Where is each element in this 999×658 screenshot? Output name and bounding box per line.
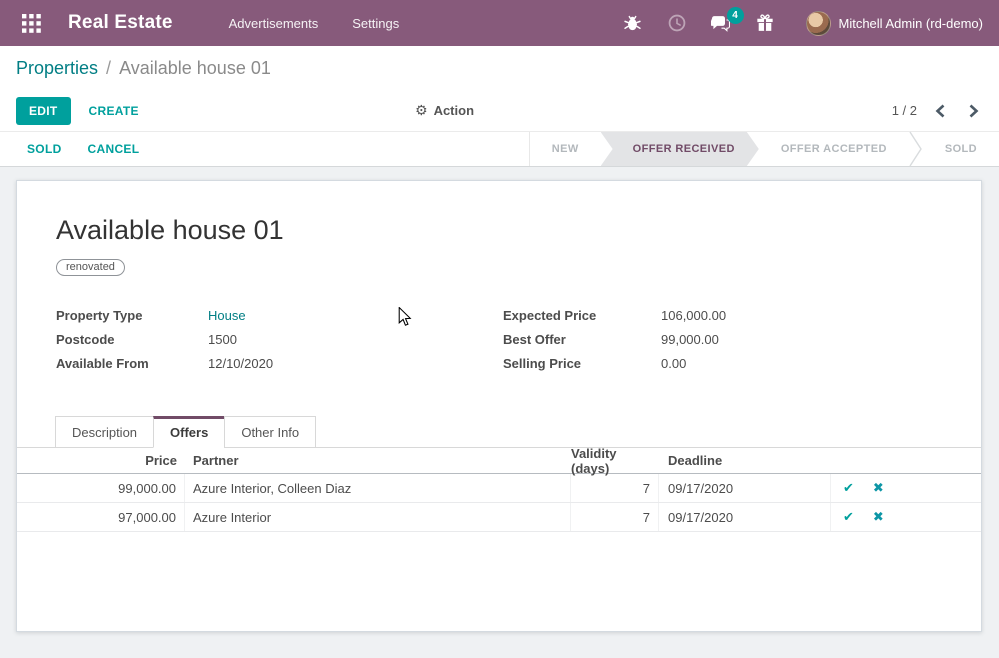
clock-icon	[668, 14, 686, 32]
best-offer-value: 99,000.00	[661, 332, 719, 347]
breadcrumb-separator: /	[106, 58, 111, 79]
chevron-right-icon	[968, 104, 979, 118]
stage-offer-received[interactable]: OFFER RECEIVED	[601, 132, 759, 166]
stage-sold[interactable]: SOLD	[923, 132, 999, 166]
statusbar-buttons: SOLD CANCEL	[27, 132, 139, 166]
property-title: Available house 01	[56, 214, 942, 246]
user-name: Mitchell Admin (rd-demo)	[839, 16, 984, 31]
postcode-value: 1500	[208, 332, 237, 347]
stage-pipeline: NEW OFFER RECEIVED OFFER ACCEPTED SOLD	[529, 132, 999, 166]
messages-button[interactable]: 4	[704, 6, 738, 40]
breadcrumb-current: Available house 01	[119, 58, 271, 79]
header-partner[interactable]: Partner	[185, 448, 571, 473]
expected-price-value: 106,000.00	[661, 308, 726, 323]
offer-validity: 7	[571, 474, 659, 502]
available-from-value: 12/10/2020	[208, 356, 273, 371]
offer-actions: ✔ ✖	[831, 503, 981, 531]
apps-grid-icon	[22, 14, 41, 33]
field-label: Available From	[56, 356, 208, 371]
tab-description[interactable]: Description	[55, 416, 154, 448]
menu-advertisements[interactable]: Advertisements	[229, 16, 319, 31]
field-selling-price: Selling Price 0.00	[503, 351, 939, 375]
bug-icon	[624, 15, 641, 32]
offer-row[interactable]: 97,000.00 Azure Interior 7 09/17/2020 ✔ …	[17, 503, 981, 532]
field-label: Best Offer	[503, 332, 661, 347]
stage-new[interactable]: NEW	[530, 132, 601, 166]
breadcrumb-properties-link[interactable]: Properties	[16, 58, 98, 79]
menu-settings[interactable]: Settings	[352, 16, 399, 31]
selling-price-value: 0.00	[661, 356, 686, 371]
field-expected-price: Expected Price 106,000.00	[503, 303, 939, 327]
field-available-from: Available From 12/10/2020	[56, 351, 492, 375]
accept-offer-icon[interactable]: ✔	[843, 482, 854, 495]
cancel-button[interactable]: CANCEL	[88, 142, 140, 156]
top-navbar: Real Estate Advertisements Settings	[0, 0, 999, 46]
stage-separator-icon	[909, 132, 923, 166]
field-label: Property Type	[56, 308, 208, 323]
property-tag[interactable]: renovated	[56, 259, 125, 276]
apps-menu-button[interactable]	[16, 8, 46, 38]
action-label: Action	[434, 103, 474, 118]
offer-deadline: 09/17/2020	[659, 474, 831, 502]
offer-actions: ✔ ✖	[831, 474, 981, 502]
form-sheet: Available house 01 renovated Property Ty…	[16, 180, 982, 632]
offers-table: Price Partner Validity (days) Deadline 9…	[17, 448, 981, 532]
gear-icon: ⚙	[415, 103, 428, 119]
tab-offers[interactable]: Offers	[153, 416, 225, 448]
offer-price: 97,000.00	[17, 503, 185, 531]
field-best-offer: Best Offer 99,000.00	[503, 327, 939, 351]
field-group-right: Expected Price 106,000.00 Best Offer 99,…	[503, 303, 939, 375]
field-label: Expected Price	[503, 308, 661, 323]
refuse-offer-icon[interactable]: ✖	[873, 482, 884, 495]
messages-count-badge: 4	[727, 7, 744, 24]
field-group-left: Property Type House Postcode 1500 Availa…	[56, 303, 492, 375]
notebook-tabs: Description Offers Other Info	[17, 416, 981, 448]
header-price[interactable]: Price	[17, 448, 185, 473]
offer-price: 99,000.00	[17, 474, 185, 502]
pager-previous-button[interactable]	[931, 100, 950, 122]
offer-validity: 7	[571, 503, 659, 531]
pager-next-button[interactable]	[964, 100, 983, 122]
activities-button[interactable]	[660, 6, 694, 40]
field-property-type: Property Type House	[56, 303, 492, 327]
property-type-link[interactable]: House	[208, 308, 246, 323]
field-label: Postcode	[56, 332, 208, 347]
offer-deadline: 09/17/2020	[659, 503, 831, 531]
statusbar: SOLD CANCEL NEW OFFER RECEIVED OFFER ACC…	[0, 131, 999, 167]
action-menu-button[interactable]: ⚙ Action	[415, 103, 474, 119]
field-postcode: Postcode 1500	[56, 327, 492, 351]
header-deadline[interactable]: Deadline	[659, 448, 831, 473]
offer-partner: Azure Interior	[185, 503, 571, 531]
gift-button[interactable]	[748, 6, 782, 40]
offers-table-header: Price Partner Validity (days) Deadline	[17, 448, 981, 474]
header-validity[interactable]: Validity (days)	[571, 448, 659, 473]
user-menu[interactable]: Mitchell Admin (rd-demo)	[806, 11, 984, 36]
control-panel: EDIT CREATE ⚙ Action 1 / 2	[0, 90, 999, 131]
app-name[interactable]: Real Estate	[68, 12, 173, 34]
breadcrumb: Properties / Available house 01	[0, 46, 999, 90]
odoo-window: Real Estate Advertisements Settings	[0, 0, 999, 658]
user-avatar	[806, 11, 831, 36]
sold-button[interactable]: SOLD	[27, 142, 62, 156]
edit-button[interactable]: EDIT	[16, 97, 71, 125]
tab-other-info[interactable]: Other Info	[224, 416, 316, 448]
navbar-systray: 4 Mitchell Admin (rd-demo)	[616, 6, 984, 40]
offer-row[interactable]: 99,000.00 Azure Interior, Colleen Diaz 7…	[17, 474, 981, 503]
pager-count: 1 / 2	[892, 103, 917, 118]
header-actions	[831, 448, 981, 473]
record-pager: 1 / 2	[892, 100, 983, 122]
create-button[interactable]: CREATE	[89, 104, 139, 118]
field-label: Selling Price	[503, 356, 661, 371]
app-menus: Advertisements Settings	[229, 16, 400, 31]
refuse-offer-icon[interactable]: ✖	[873, 511, 884, 524]
chevron-left-icon	[935, 104, 946, 118]
stage-offer-accepted[interactable]: OFFER ACCEPTED	[759, 132, 909, 166]
gift-icon	[756, 14, 774, 32]
field-groups: Property Type House Postcode 1500 Availa…	[56, 303, 942, 375]
offer-partner: Azure Interior, Colleen Diaz	[185, 474, 571, 502]
accept-offer-icon[interactable]: ✔	[843, 511, 854, 524]
form-view: Available house 01 renovated Property Ty…	[0, 167, 999, 632]
debug-button[interactable]	[616, 6, 650, 40]
